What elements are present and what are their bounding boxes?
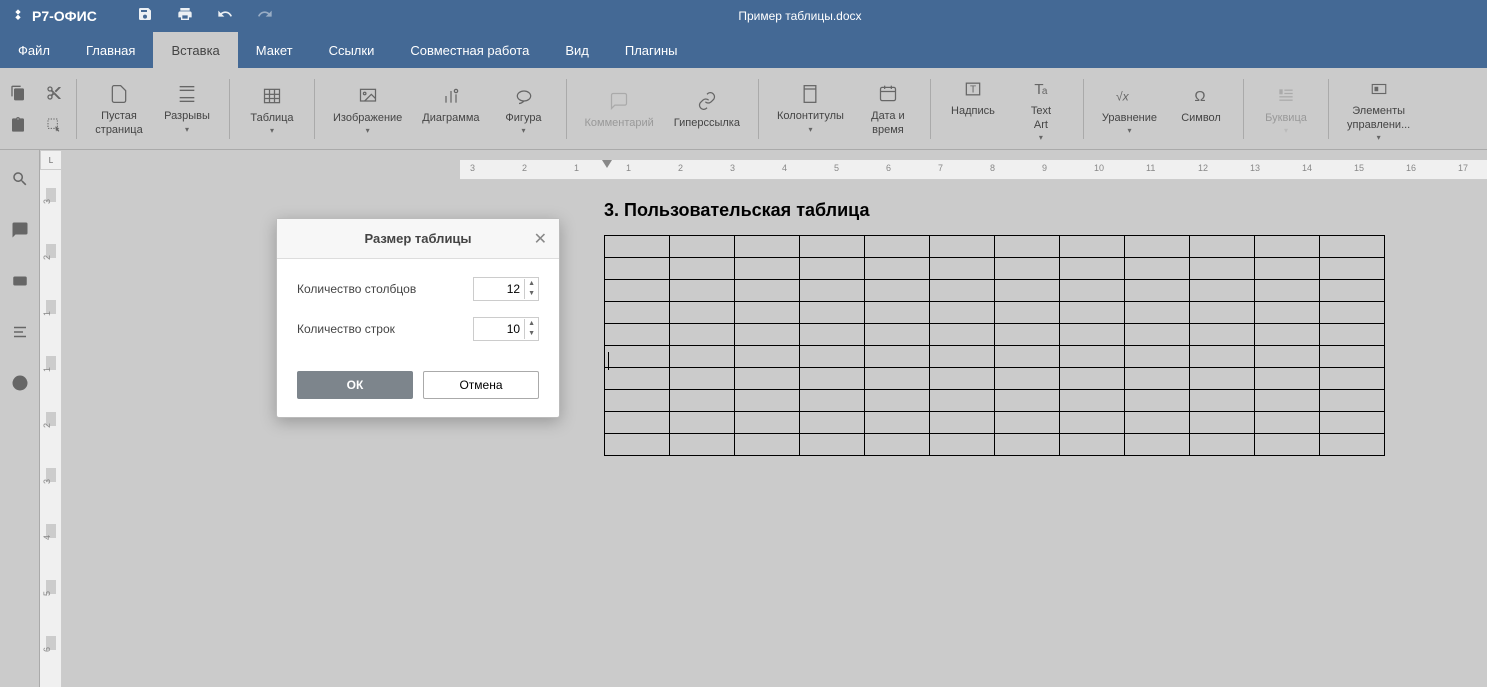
print-icon[interactable] <box>177 6 193 27</box>
document-heading[interactable]: 3. Пользовательская таблица <box>604 200 869 221</box>
ribbon: Пустая страница Разрывы▾ Таблица▾ Изобра… <box>0 68 1487 150</box>
menu-view[interactable]: Вид <box>547 32 607 68</box>
menu-insert[interactable]: Вставка <box>153 32 237 68</box>
select-icon[interactable] <box>42 113 66 137</box>
comments-icon[interactable] <box>11 221 29 244</box>
menubar: Файл Главная Вставка Макет Ссылки Совмес… <box>0 32 1487 68</box>
titlebar: Р7-ОФИС Пример таблицы.docx <box>0 0 1487 32</box>
vertical-ruler[interactable]: 321123456 <box>40 170 62 687</box>
dropcap-button: Буквица▾ <box>1256 78 1316 139</box>
controls-button[interactable]: Элементы управлени...▾ <box>1341 71 1416 145</box>
symbol-button[interactable]: Ω Символ <box>1171 78 1231 139</box>
save-icon[interactable] <box>137 6 153 27</box>
menu-file[interactable]: Файл <box>0 32 68 68</box>
paste-icon[interactable] <box>6 113 30 137</box>
textbox-button[interactable]: T Надпись <box>943 71 1003 145</box>
image-button[interactable]: Изображение▾ <box>327 78 408 139</box>
svg-text:√x: √x <box>1116 89 1130 103</box>
comment-button: Комментарий <box>579 83 660 134</box>
left-sidebar <box>0 150 40 687</box>
cut-icon[interactable] <box>42 81 66 105</box>
ruler-corner: L <box>40 150 62 170</box>
blank-page-button[interactable]: Пустая страница <box>89 76 149 140</box>
table-button[interactable]: Таблица▾ <box>242 78 302 139</box>
redo-icon[interactable] <box>257 6 273 27</box>
svg-text:Ω: Ω <box>1194 88 1205 105</box>
breaks-button[interactable]: Разрывы▾ <box>157 76 217 140</box>
menu-home[interactable]: Главная <box>68 32 153 68</box>
info-icon[interactable] <box>11 374 29 397</box>
logo-icon <box>10 8 26 24</box>
app-logo: Р7-ОФИС <box>10 8 97 24</box>
rows-down-icon[interactable]: ▼ <box>525 329 538 339</box>
horizontal-ruler[interactable]: 3211234567891011121314151617 <box>460 160 1487 180</box>
cols-down-icon[interactable]: ▼ <box>525 289 538 299</box>
hyperlink-button[interactable]: Гиперссылка <box>668 83 746 134</box>
chat-icon[interactable] <box>11 272 29 295</box>
document-title: Пример таблицы.docx <box>273 9 1477 23</box>
close-icon[interactable]: ✕ <box>534 229 547 249</box>
dialog-header[interactable]: Размер таблицы ✕ <box>277 219 559 259</box>
headings-icon[interactable] <box>11 323 29 346</box>
menu-links[interactable]: Ссылки <box>311 32 393 68</box>
app-name: Р7-ОФИС <box>32 8 97 24</box>
dialog-title: Размер таблицы <box>364 231 471 246</box>
table-size-dialog: Размер таблицы ✕ Количество столбцов ▲▼ … <box>276 218 560 418</box>
menu-layout[interactable]: Макет <box>238 32 311 68</box>
rows-label: Количество строк <box>297 322 395 336</box>
svg-text:T: T <box>970 85 976 96</box>
cols-spinner[interactable]: ▲▼ <box>473 277 539 301</box>
svg-text:a: a <box>1042 86 1048 97</box>
equation-button[interactable]: √x Уравнение▾ <box>1096 78 1163 139</box>
textart-button[interactable]: Ta Text Art▾ <box>1011 71 1071 145</box>
copy-icon[interactable] <box>6 81 30 105</box>
text-cursor <box>608 352 609 370</box>
cols-up-icon[interactable]: ▲ <box>525 279 538 289</box>
rows-spinner[interactable]: ▲▼ <box>473 317 539 341</box>
datetime-button[interactable]: Дата и время <box>858 76 918 140</box>
cols-label: Количество столбцов <box>297 282 416 296</box>
headers-button[interactable]: Колонтитулы▾ <box>771 76 850 140</box>
indent-marker-icon[interactable] <box>602 160 612 170</box>
title-tools <box>137 6 273 27</box>
rows-input[interactable] <box>474 322 524 336</box>
cancel-button[interactable]: Отмена <box>423 371 539 399</box>
ok-button[interactable]: ОК <box>297 371 413 399</box>
chart-button[interactable]: Диаграмма <box>416 78 485 139</box>
shape-button[interactable]: Фигура▾ <box>494 78 554 139</box>
cols-input[interactable] <box>474 282 524 296</box>
menu-plugins[interactable]: Плагины <box>607 32 696 68</box>
find-icon[interactable] <box>11 170 29 193</box>
menu-collab[interactable]: Совместная работа <box>392 32 547 68</box>
undo-icon[interactable] <box>217 6 233 27</box>
document-table[interactable] <box>604 235 1385 456</box>
rows-up-icon[interactable]: ▲ <box>525 319 538 329</box>
